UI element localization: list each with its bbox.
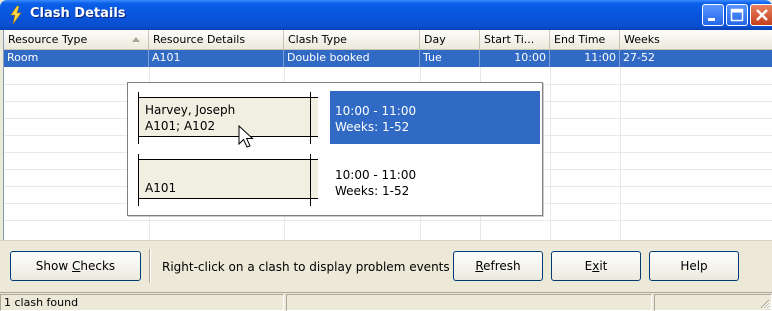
column-label: Start Ti... <box>484 33 535 46</box>
hint-text: Right-click on a clash to display proble… <box>162 260 450 274</box>
window-title: Clash Details <box>30 6 126 21</box>
column-header-clash-type[interactable]: Clash Type <box>284 30 420 50</box>
cell-weeks: 27-52 <box>623 51 655 64</box>
refresh-button[interactable]: Refresh <box>453 251 543 281</box>
column-label: End Time <box>554 33 606 46</box>
event-time[interactable]: 10:00 - 11:00 Weeks: 1-52 <box>330 156 540 209</box>
cell-start-time: 10:00 <box>480 50 550 67</box>
status-bar: 1 clash found <box>0 292 772 311</box>
column-label: Day <box>424 33 446 46</box>
maximize-icon <box>730 8 744 22</box>
grid-line <box>550 67 551 240</box>
close-button[interactable] <box>750 4 772 26</box>
status-message: 1 clash found <box>0 294 284 311</box>
separator <box>149 249 151 283</box>
event-time: 10:00 - 11:00 <box>335 168 417 182</box>
problem-events-popup[interactable]: Harvey, Joseph A101; A102 10:00 - 11:00 … <box>127 82 543 216</box>
column-header-day[interactable]: Day <box>420 30 480 50</box>
action-panel: Show Checks Right-click on a clash to di… <box>0 240 772 292</box>
column-label: Resource Details <box>153 33 246 46</box>
exit-button[interactable]: Exit <box>551 251 641 281</box>
title-bar[interactable]: Clash Details <box>0 0 772 30</box>
resize-grip-icon[interactable] <box>758 297 770 309</box>
event-rooms: A101 <box>145 181 177 195</box>
column-header-resource-details[interactable]: Resource Details <box>149 30 284 50</box>
event-box[interactable]: Harvey, Joseph A101; A102 <box>138 92 318 144</box>
minimize-icon <box>708 18 715 21</box>
button-label: efresh <box>483 259 521 273</box>
status-pane <box>654 294 772 311</box>
column-label: Clash Type <box>288 33 347 46</box>
grid-header: Resource Type Resource Details Clash Typ… <box>4 30 772 50</box>
lightning-person-icon <box>10 6 22 24</box>
event-rooms: A101; A102 <box>145 119 216 133</box>
event-bracket <box>138 154 139 206</box>
show-checks-button[interactable]: Show Checks <box>10 251 141 281</box>
help-button[interactable]: Help <box>649 251 739 281</box>
button-label: hecks <box>80 259 116 273</box>
column-header-resource-type[interactable]: Resource Type <box>4 30 149 50</box>
event-box[interactable]: A101 <box>138 154 318 206</box>
event-bracket <box>138 92 139 144</box>
table-row[interactable]: Room A101 Double booked Tue 10:00 11:00 … <box>4 50 772 67</box>
event-staff: Harvey, Joseph <box>145 103 236 117</box>
accelerator-key: R <box>475 259 484 273</box>
cell-day: Tue <box>420 50 480 67</box>
grid-line <box>620 67 621 240</box>
column-header-weeks[interactable]: Weeks <box>620 30 772 50</box>
button-label: Show <box>35 259 72 273</box>
cell-end-time: 11:00 <box>550 50 620 67</box>
column-header-start-time[interactable]: Start Ti... <box>480 30 550 50</box>
column-header-end-time[interactable]: End Time <box>550 30 620 50</box>
minimize-button[interactable] <box>702 4 724 26</box>
close-icon <box>756 9 768 21</box>
event-bracket <box>310 154 311 206</box>
cell-clash-type: Double booked <box>284 50 420 67</box>
status-pane <box>286 294 652 311</box>
cell-resource-type: Room <box>4 50 149 67</box>
event-time-selected[interactable]: 10:00 - 11:00 Weeks: 1-52 <box>330 91 540 144</box>
maximize-button[interactable] <box>726 4 748 26</box>
sort-ascending-icon <box>132 37 140 42</box>
column-label: Resource Type <box>8 33 88 46</box>
event-time: 10:00 - 11:00 <box>335 104 417 118</box>
event-weeks: Weeks: 1-52 <box>335 184 410 198</box>
grid-line <box>4 220 772 221</box>
event-bracket <box>310 92 311 144</box>
cell-resource-details: A101 <box>149 50 284 67</box>
event-weeks: Weeks: 1-52 <box>335 120 410 134</box>
mouse-cursor-icon <box>238 124 254 148</box>
column-label: Weeks <box>624 33 660 46</box>
button-label: it <box>599 259 608 273</box>
